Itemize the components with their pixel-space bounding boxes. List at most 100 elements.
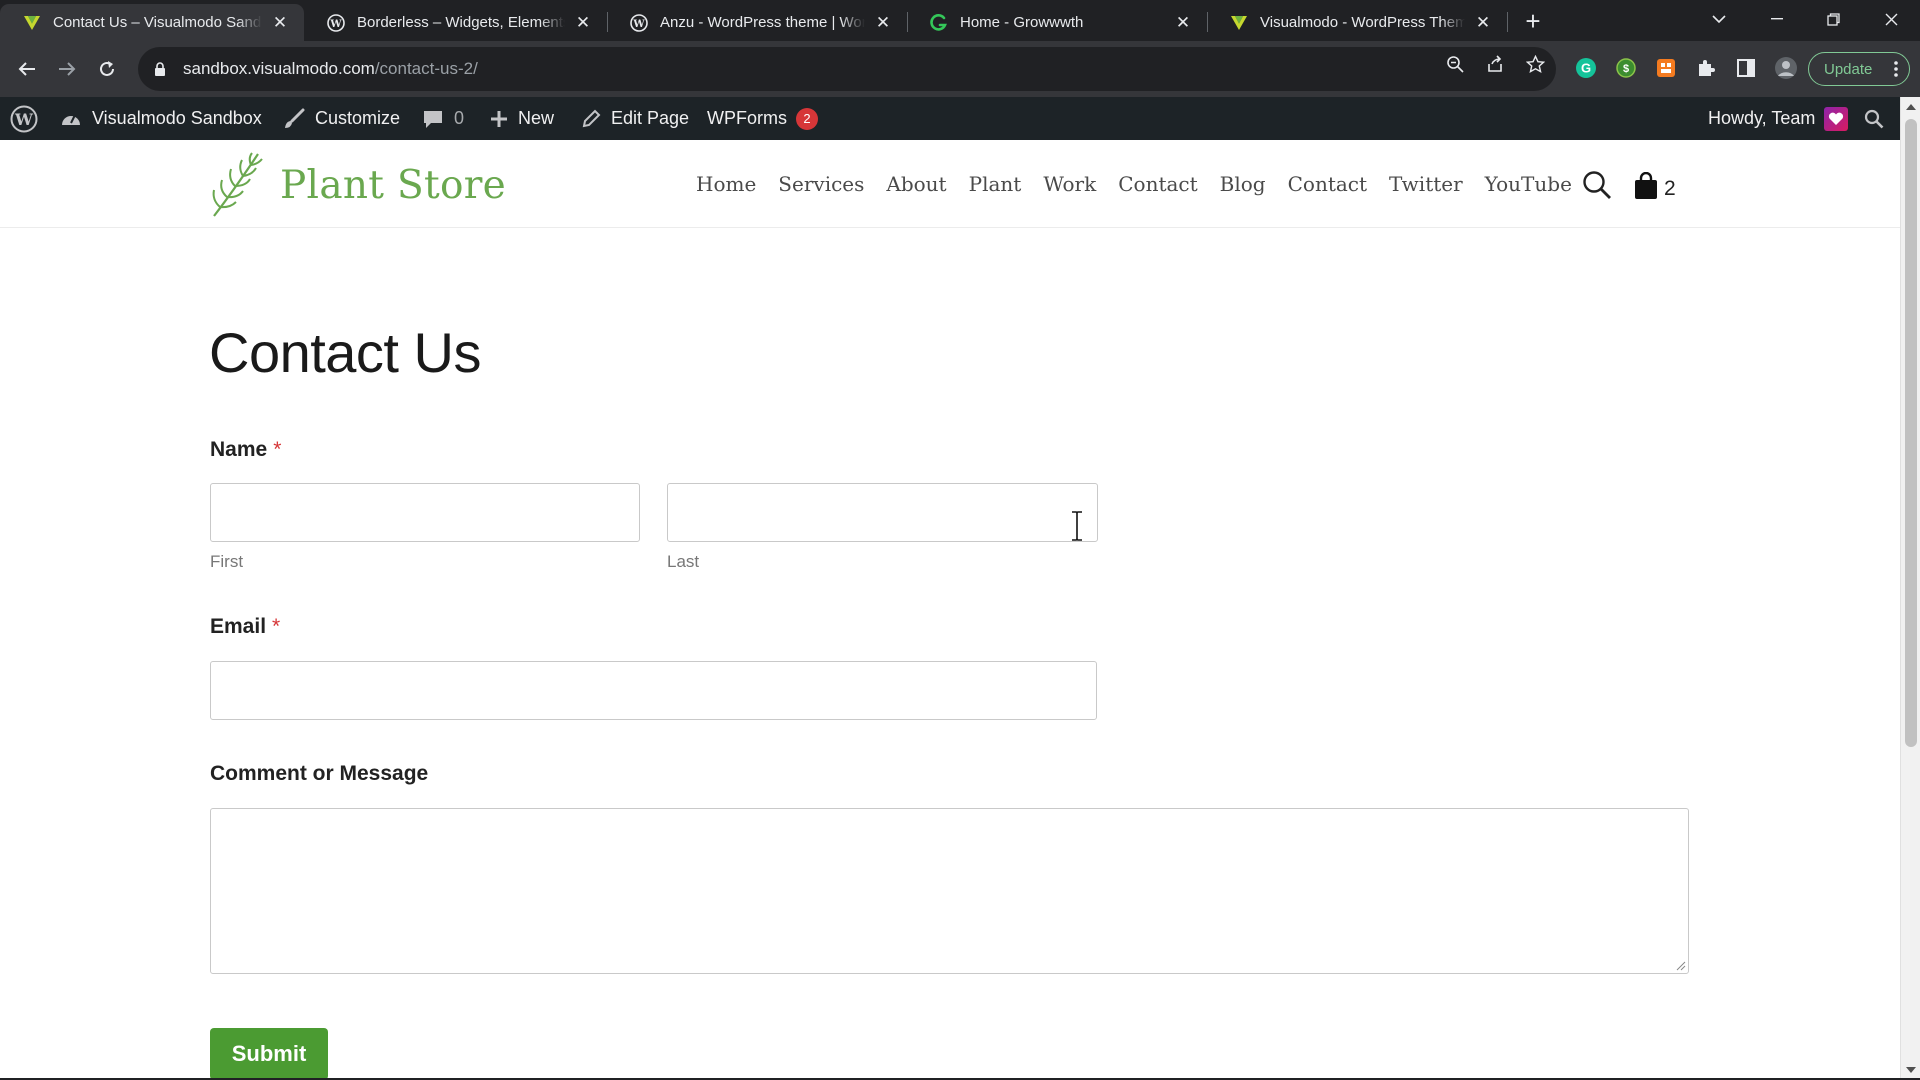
close-tab-icon[interactable]: ✕ bbox=[573, 13, 593, 33]
admin-bar-account[interactable]: Howdy, Team bbox=[1708, 97, 1849, 140]
extensions-puzzle-icon[interactable] bbox=[1694, 56, 1718, 80]
zoom-icon[interactable] bbox=[1444, 53, 1466, 75]
tab-title: Home - Growwwth bbox=[960, 14, 1084, 31]
tab-title: Anzu - WordPress theme | WordPress bbox=[660, 14, 865, 31]
admin-bar-wpforms[interactable]: WPForms 2 bbox=[707, 97, 818, 140]
svg-text:W: W bbox=[632, 19, 645, 30]
wordpress-favicon-icon: W bbox=[326, 13, 345, 32]
svg-text:W: W bbox=[14, 110, 34, 129]
back-arrow-icon[interactable] bbox=[12, 54, 42, 84]
browser-tab-borderless[interactable]: W Borderless – Widgets, Elements, Templa… bbox=[304, 4, 607, 41]
message-textarea[interactable] bbox=[210, 808, 1689, 974]
close-tab-icon[interactable]: ✕ bbox=[873, 13, 893, 33]
nav-services[interactable]: Services bbox=[778, 172, 864, 196]
page-scrollbar[interactable] bbox=[1900, 97, 1920, 1080]
url-path: /contact-us-2/ bbox=[374, 59, 478, 78]
shopping-bag-icon bbox=[1635, 172, 1657, 199]
email-input[interactable] bbox=[210, 661, 1097, 720]
howdy-label: Howdy, Team bbox=[1708, 108, 1816, 128]
admin-bar-comments[interactable]: 0 bbox=[422, 97, 464, 140]
message-field-label: Comment or Message bbox=[210, 762, 429, 785]
restore-window-icon[interactable] bbox=[1808, 0, 1858, 38]
page-title: Contact Us bbox=[209, 321, 482, 384]
close-window-icon[interactable] bbox=[1866, 0, 1916, 38]
forward-arrow-icon[interactable] bbox=[52, 54, 82, 84]
browser-tab-contact-us[interactable]: Contact Us – Visualmodo Sandbox ✕ bbox=[0, 4, 304, 41]
minimize-window-icon[interactable] bbox=[1752, 0, 1802, 38]
new-tab-plus-icon[interactable]: + bbox=[1519, 7, 1547, 35]
resize-handle-icon[interactable] bbox=[1674, 959, 1686, 971]
browser-tab-visualmodo[interactable]: Visualmodo - WordPress Themes ✕ bbox=[1207, 4, 1507, 41]
nav-home[interactable]: Home bbox=[696, 172, 756, 196]
required-asterisk: * bbox=[273, 438, 282, 461]
nav-twitter[interactable]: Twitter bbox=[1389, 172, 1463, 196]
tab-title: Borderless – Widgets, Elements, Template… bbox=[357, 14, 565, 31]
cart-count: 2 bbox=[1664, 177, 1676, 200]
browser-tab-growwwth[interactable]: Home - Growwwth ✕ bbox=[907, 4, 1207, 41]
site-logo[interactable]: Plant Store bbox=[208, 150, 506, 220]
admin-bar-new[interactable]: New bbox=[490, 97, 554, 140]
admin-bar-search[interactable] bbox=[1864, 97, 1894, 140]
comments-count: 0 bbox=[454, 108, 465, 128]
bookmark-star-icon[interactable] bbox=[1524, 53, 1546, 75]
tab-separator bbox=[1507, 12, 1508, 32]
scroll-down-arrow-icon[interactable] bbox=[1905, 1064, 1917, 1076]
last-name-input[interactable] bbox=[667, 483, 1098, 542]
customize-label: Customize bbox=[315, 108, 401, 128]
admin-bar-edit-page[interactable]: Edit Page bbox=[581, 97, 689, 140]
edit-page-label: Edit Page bbox=[611, 108, 690, 128]
wpforms-label: WPForms bbox=[707, 108, 787, 128]
wpforms-notification-badge: 2 bbox=[796, 107, 818, 130]
wordpress-favicon-icon: W bbox=[629, 13, 648, 32]
wordpress-logo-menu[interactable]: W bbox=[10, 97, 48, 140]
first-name-input[interactable] bbox=[210, 483, 640, 542]
reload-icon[interactable] bbox=[92, 54, 122, 84]
pencil-icon bbox=[581, 109, 601, 129]
profile-avatar-icon[interactable] bbox=[1774, 56, 1798, 80]
svg-text:W: W bbox=[329, 19, 342, 30]
nav-plant[interactable]: Plant bbox=[969, 172, 1022, 196]
plus-icon bbox=[490, 110, 508, 128]
grammarly-extension-icon[interactable]: G bbox=[1574, 56, 1598, 80]
share-icon[interactable] bbox=[1484, 53, 1506, 75]
visualmodo-favicon-icon bbox=[1229, 13, 1248, 32]
header-cart[interactable]: 2 bbox=[1634, 168, 1676, 200]
nav-youtube[interactable]: YouTube bbox=[1485, 172, 1572, 196]
admin-bar-customize[interactable]: Customize bbox=[283, 97, 400, 140]
nav-blog[interactable]: Blog bbox=[1220, 172, 1266, 196]
nav-contact[interactable]: Contact bbox=[1118, 172, 1197, 196]
update-button[interactable]: Update bbox=[1808, 52, 1910, 86]
lock-icon[interactable] bbox=[152, 61, 168, 77]
text-cursor-icon bbox=[1072, 511, 1082, 541]
tab-title: Visualmodo - WordPress Themes bbox=[1260, 14, 1465, 31]
close-tab-icon[interactable]: ✕ bbox=[270, 13, 290, 33]
wordpress-logo-icon: W bbox=[10, 105, 38, 133]
update-label: Update bbox=[1824, 60, 1873, 78]
side-panel-icon[interactable] bbox=[1734, 56, 1758, 80]
scrollbar-thumb[interactable] bbox=[1905, 119, 1917, 747]
logo-text: Plant Store bbox=[280, 162, 507, 208]
site-name-label: Visualmodo Sandbox bbox=[92, 108, 262, 128]
submit-button[interactable]: Submit bbox=[210, 1028, 328, 1080]
paintbrush-icon bbox=[283, 108, 305, 130]
visualmodo-favicon-icon bbox=[22, 13, 41, 32]
nav-work[interactable]: Work bbox=[1043, 172, 1096, 196]
new-label: New bbox=[518, 108, 555, 128]
close-tab-icon[interactable]: ✕ bbox=[1473, 13, 1493, 33]
scroll-up-arrow-icon[interactable] bbox=[1905, 101, 1917, 113]
nav-about[interactable]: About bbox=[886, 172, 946, 196]
browser-tab-anzu[interactable]: W Anzu - WordPress theme | WordPress ✕ bbox=[607, 4, 907, 41]
nav-contact-2[interactable]: Contact bbox=[1288, 172, 1367, 196]
page-content: Contact Us Name * First Last Email * Comme… bbox=[0, 228, 1900, 1080]
address-bar[interactable]: sandbox.visualmodo.com/contact-us-2/ bbox=[138, 47, 1556, 91]
orange-extension-icon[interactable] bbox=[1654, 56, 1678, 80]
more-menu-icon[interactable] bbox=[1894, 60, 1898, 82]
dollar-extension-icon[interactable]: $ bbox=[1614, 56, 1638, 80]
admin-bar-site-name[interactable]: Visualmodo Sandbox bbox=[60, 97, 262, 140]
tab-search-chevron-icon[interactable] bbox=[1694, 0, 1744, 38]
close-tab-icon[interactable]: ✕ bbox=[1173, 13, 1193, 33]
header-search-icon[interactable] bbox=[1582, 170, 1612, 200]
svg-text:$: $ bbox=[1623, 63, 1629, 75]
name-label-text: Name bbox=[210, 438, 268, 461]
dashboard-gauge-icon bbox=[60, 109, 82, 129]
